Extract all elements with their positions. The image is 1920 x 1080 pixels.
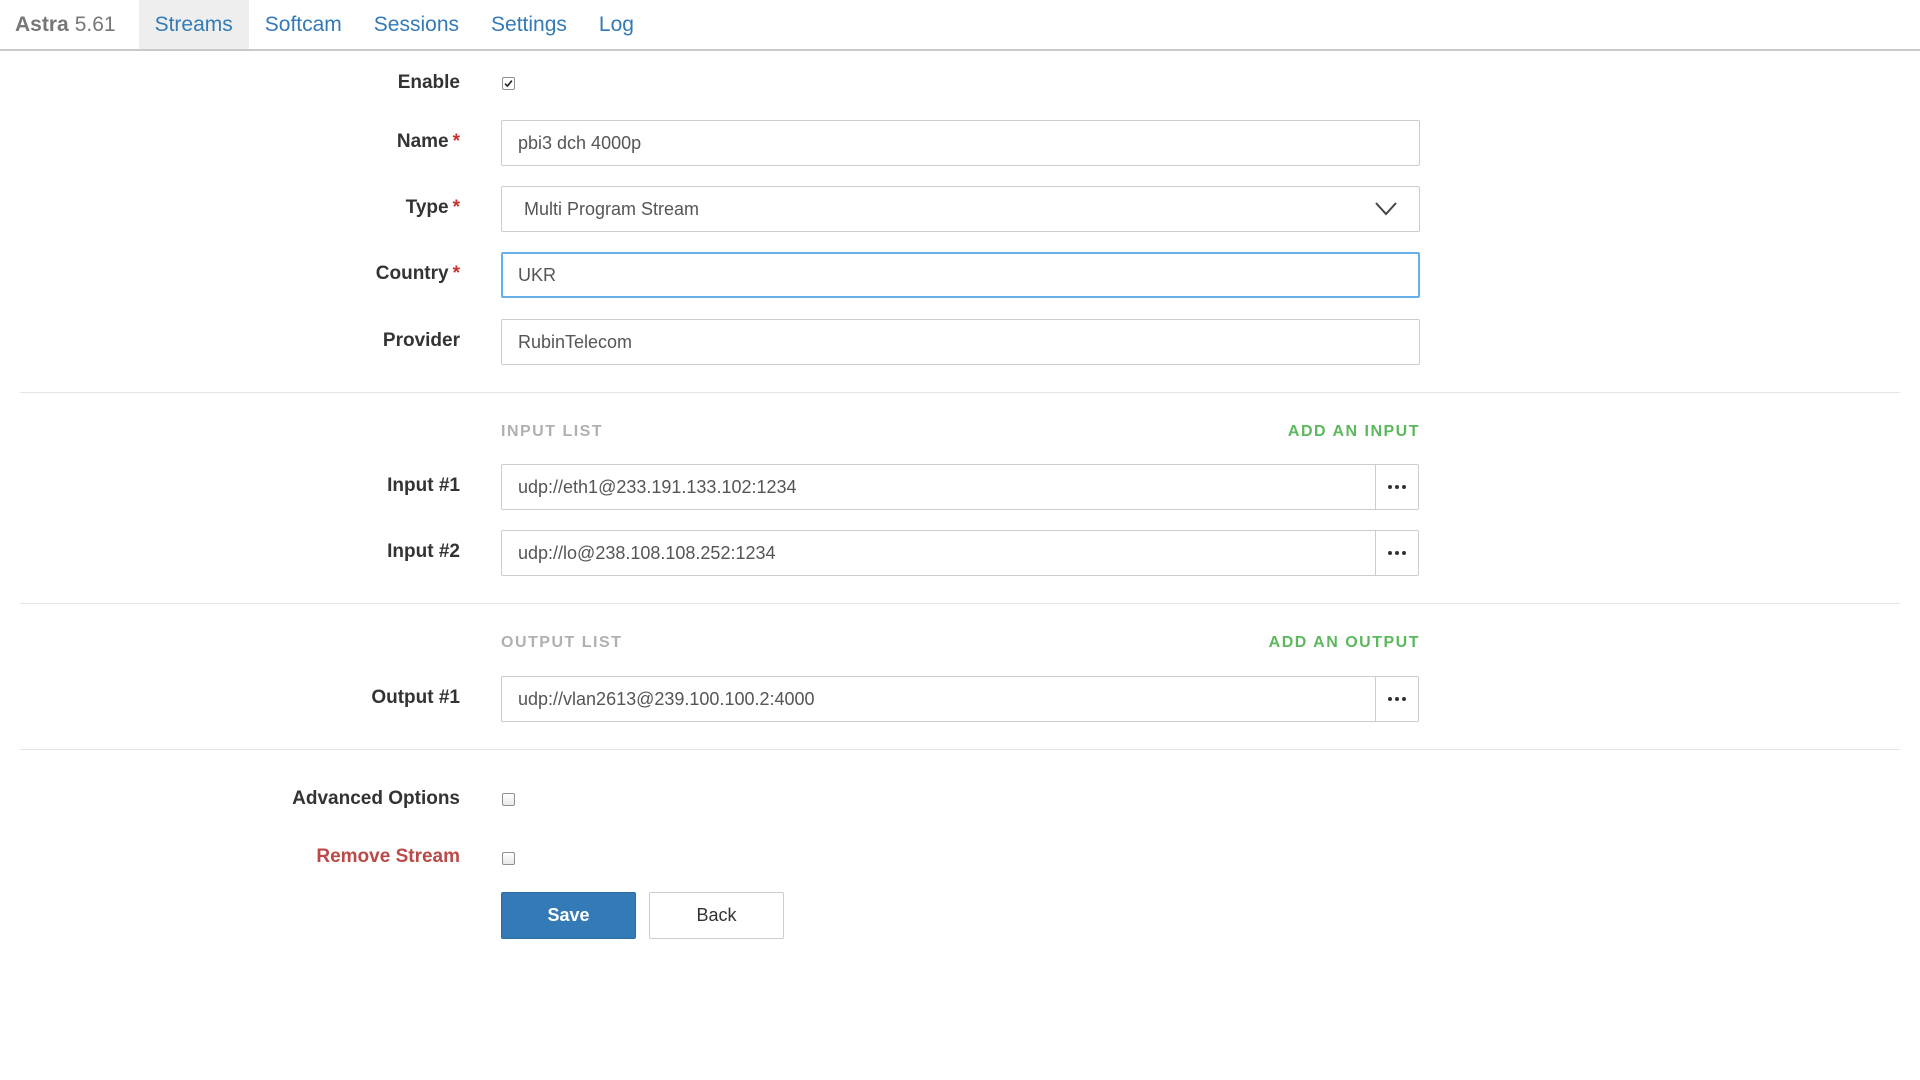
- advanced-options-checkbox[interactable]: [502, 793, 515, 806]
- tab-streams[interactable]: Streams: [138, 0, 249, 49]
- input-2-group: [501, 530, 1419, 576]
- tab-settings[interactable]: Settings: [475, 0, 583, 49]
- required-mark: *: [452, 263, 460, 284]
- provider-input[interactable]: [501, 319, 1420, 365]
- section-divider: [20, 749, 1900, 750]
- remove-stream-checkbox[interactable]: [502, 852, 515, 865]
- country-label-text: Country: [375, 263, 449, 284]
- advanced-options-label: Advanced Options: [292, 788, 460, 809]
- name-input[interactable]: [501, 120, 1420, 166]
- save-button[interactable]: Save: [501, 892, 636, 939]
- provider-label: Provider: [382, 330, 460, 351]
- input-2-label: Input #2: [387, 541, 460, 562]
- output-list-title: OUTPUT LIST: [501, 634, 623, 651]
- output-1-options-button[interactable]: [1375, 676, 1419, 722]
- remove-stream-label: Remove Stream: [316, 846, 460, 867]
- country-label: Country *: [0, 263, 460, 285]
- more-icon: [1388, 485, 1406, 489]
- more-icon: [1388, 551, 1406, 555]
- name-label-text: Name: [396, 131, 449, 152]
- add-input-button[interactable]: ADD AN INPUT: [1288, 423, 1420, 441]
- type-select-value: Multi Program Stream: [524, 198, 700, 219]
- output-1-field[interactable]: [501, 676, 1375, 722]
- top-navbar: Astra 5.61 Streams Softcam Sessions Sett…: [0, 0, 1920, 51]
- enable-label: Enable: [397, 72, 460, 93]
- type-select[interactable]: Multi Program Stream: [501, 186, 1420, 232]
- tab-log[interactable]: Log: [583, 0, 650, 49]
- type-label: Type *: [0, 197, 460, 219]
- add-output-button[interactable]: ADD AN OUTPUT: [1269, 634, 1420, 652]
- checkmark-icon: [504, 80, 513, 88]
- input-1-group: [501, 464, 1419, 510]
- input-1-label: Input #1: [387, 475, 460, 496]
- input-2-options-button[interactable]: [1375, 530, 1419, 576]
- name-label: Name *: [0, 131, 460, 153]
- section-divider: [20, 603, 1900, 604]
- type-label-text: Type: [405, 197, 449, 218]
- chevron-down-icon: [1375, 202, 1397, 216]
- more-icon: [1388, 697, 1406, 701]
- input-list-title: INPUT LIST: [501, 423, 604, 440]
- tab-softcam[interactable]: Softcam: [249, 0, 358, 49]
- input-1-field[interactable]: [501, 464, 1375, 510]
- output-1-label: Output #1: [371, 687, 460, 708]
- brand-version: 5.61: [74, 12, 116, 36]
- enable-checkbox[interactable]: [502, 77, 515, 90]
- country-input[interactable]: [501, 252, 1420, 298]
- back-button[interactable]: Back: [649, 892, 784, 939]
- input-1-options-button[interactable]: [1375, 464, 1419, 510]
- required-mark: *: [452, 131, 460, 152]
- brand[interactable]: Astra 5.61: [0, 0, 139, 49]
- input-2-field[interactable]: [501, 530, 1375, 576]
- required-mark: *: [452, 197, 460, 218]
- brand-name: Astra: [15, 12, 69, 36]
- output-1-group: [501, 676, 1419, 722]
- tab-sessions[interactable]: Sessions: [358, 0, 475, 49]
- section-divider: [20, 392, 1900, 393]
